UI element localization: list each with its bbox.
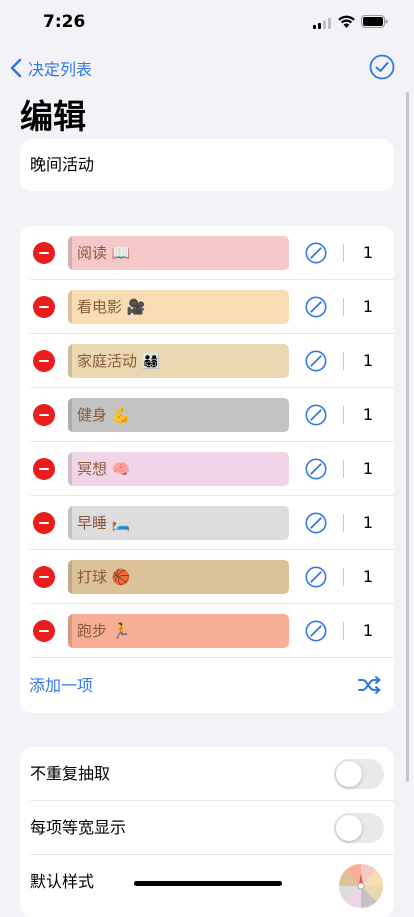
item-label: 冥想 🧠 (77, 460, 131, 478)
item-weight[interactable]: 1 (353, 280, 383, 334)
item-name-field[interactable]: 打球 🏀 (68, 560, 289, 594)
list-item: 看电影 🎥 1 (20, 280, 394, 334)
color-picker-icon[interactable] (305, 620, 327, 642)
item-weight[interactable]: 1 (353, 604, 383, 658)
list-item: 健身 💪 1 (20, 388, 394, 442)
item-label: 打球 🏀 (77, 568, 131, 586)
color-picker-icon[interactable] (305, 512, 327, 534)
list-item: 阅读 📖 1 (20, 226, 394, 280)
item-weight[interactable]: 1 (353, 442, 383, 496)
no-repeat-label: 不重复抽取 (30, 764, 111, 783)
delete-item-button[interactable] (33, 620, 55, 642)
color-bar (68, 398, 72, 432)
add-item-button[interactable]: 添加一项 (29, 658, 93, 713)
chevron-left-icon (10, 58, 22, 78)
equal-width-label: 每项等宽显示 (30, 818, 127, 837)
color-picker-icon[interactable] (305, 404, 327, 426)
item-label: 阅读 📖 (77, 244, 131, 262)
toggle-knob (336, 761, 362, 787)
item-label: 健身 💪 (77, 406, 131, 424)
item-label: 跑步 🏃 (77, 622, 131, 640)
toggle-knob (336, 815, 362, 841)
divider (343, 298, 344, 316)
status-time: 7:26 (43, 12, 86, 32)
color-bar (68, 236, 72, 270)
no-repeat-row: 不重复抽取 (20, 747, 394, 801)
divider (343, 406, 344, 424)
default-style-label: 默认样式 (30, 872, 95, 891)
color-bar (68, 506, 72, 540)
delete-item-button[interactable] (33, 296, 55, 318)
navigation-bar: 决定列表 (0, 50, 414, 86)
list-item: 打球 🏀 1 (20, 550, 394, 604)
scroll-indicator[interactable] (406, 92, 409, 782)
color-bar (68, 452, 72, 486)
battery-icon (361, 15, 388, 28)
item-name-field[interactable]: 家庭活动 👨‍👩‍👧‍👦 (68, 344, 289, 378)
delete-item-button[interactable] (33, 512, 55, 534)
divider (343, 568, 344, 586)
color-bar (68, 614, 72, 648)
list-name-card: 晚间活动 (20, 139, 394, 191)
color-bar (68, 560, 72, 594)
item-name-field[interactable]: 冥想 🧠 (68, 452, 289, 486)
divider (343, 460, 344, 478)
divider (343, 622, 344, 640)
color-picker-icon[interactable] (305, 566, 327, 588)
color-picker-icon[interactable] (305, 296, 327, 318)
item-name-field[interactable]: 早睡 🛏️ (68, 506, 289, 540)
color-bar (68, 290, 72, 324)
item-label: 早睡 🛏️ (77, 514, 131, 532)
delete-item-button[interactable] (33, 242, 55, 264)
item-label: 看电影 🎥 (77, 298, 146, 316)
delete-item-button[interactable] (33, 566, 55, 588)
item-label: 家庭活动 👨‍👩‍👧‍👦 (77, 352, 161, 370)
list-item: 跑步 🏃 1 (20, 604, 394, 658)
list-item: 家庭活动 👨‍👩‍👧‍👦 1 (20, 334, 394, 388)
checkmark-circle-icon[interactable] (369, 54, 395, 80)
item-weight[interactable]: 1 (353, 550, 383, 604)
equal-width-row: 每项等宽显示 (20, 801, 394, 855)
home-indicator[interactable] (134, 881, 282, 886)
divider (343, 352, 344, 370)
settings-card: 不重复抽取 每项等宽显示 默认样式 (20, 747, 394, 917)
item-weight[interactable]: 1 (353, 226, 383, 280)
no-repeat-toggle[interactable] (334, 759, 384, 789)
color-bar (68, 344, 72, 378)
back-label: 决定列表 (28, 60, 93, 79)
item-name-field[interactable]: 阅读 📖 (68, 236, 289, 270)
item-name-field[interactable]: 跑步 🏃 (68, 614, 289, 648)
divider (343, 514, 344, 532)
wifi-icon (338, 15, 355, 28)
color-picker-icon[interactable] (305, 458, 327, 480)
divider (343, 244, 344, 262)
item-weight[interactable]: 1 (353, 496, 383, 550)
equal-width-toggle[interactable] (334, 813, 384, 843)
item-name-field[interactable]: 看电影 🎥 (68, 290, 289, 324)
item-weight[interactable]: 1 (353, 334, 383, 388)
delete-item-button[interactable] (33, 350, 55, 372)
item-name-field[interactable]: 健身 💪 (68, 398, 289, 432)
status-bar: 7:26 (0, 0, 414, 46)
delete-item-button[interactable] (33, 404, 55, 426)
wheel-style-preview-icon[interactable] (338, 863, 384, 909)
delete-item-button[interactable] (33, 458, 55, 480)
list-name-field[interactable]: 晚间活动 (30, 139, 94, 191)
color-picker-icon[interactable] (305, 242, 327, 264)
add-item-row: 添加一项 (20, 658, 394, 713)
cellular-signal-icon (313, 18, 331, 29)
item-weight[interactable]: 1 (353, 388, 383, 442)
color-picker-icon[interactable] (305, 350, 327, 372)
shuffle-icon[interactable] (358, 675, 382, 695)
back-button[interactable]: 决定列表 (10, 54, 92, 82)
list-item: 早睡 🛏️ 1 (20, 496, 394, 550)
page-title: 编辑 (20, 97, 86, 136)
items-card: 阅读 📖 1 看电影 🎥 1 家庭活动 👨‍👩‍👧‍👦 1 健身 💪 1 冥想 🧠 1 早睡 🛏️ 1… (20, 226, 394, 713)
list-item: 冥想 🧠 1 (20, 442, 394, 496)
